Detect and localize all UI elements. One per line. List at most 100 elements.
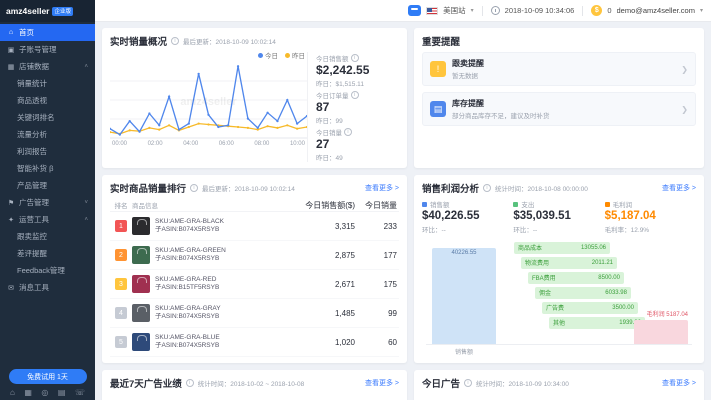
x-tick: 08:00 [254, 141, 269, 147]
sidebar-item-14[interactable]: Feedback管理 [0, 262, 95, 279]
view-more-link[interactable]: 查看更多 > [662, 183, 696, 193]
x-tick: 10:00 [290, 141, 305, 147]
card-title: 实时销量概况 [110, 34, 167, 48]
waterfall-cost-3: 佣金6033.98 [535, 287, 631, 299]
divider [482, 6, 483, 16]
stat-marker [513, 202, 518, 207]
table-row[interactable]: 5SKU:AME-GRA-BLUE子ASIN:B074X5RSYB1,02060 [110, 328, 399, 357]
legend-label: 今日 [265, 50, 278, 60]
product-asin: 子ASIN:B074X5RSYB [155, 255, 226, 263]
stat-label: 今日销量i [316, 127, 399, 137]
table-row[interactable]: 2SKU:AME-GRA-GREEN子ASIN:B074X5RSYB2,8751… [110, 241, 399, 270]
reminder-item-1[interactable]: ▤库存提醒部分商品库存不足，建议及时补货❯ [422, 92, 696, 126]
sidebar-bottom: 免费试用 1天 ⌂ ▦ ◎ ▤ ☏ [0, 365, 95, 400]
product-info-cell: SKU:AME-GRA-BLUE子ASIN:B074X5RSYB [132, 333, 291, 351]
card-title: 最近7天广告业绩 [110, 376, 182, 390]
chat-icon[interactable] [408, 5, 421, 16]
view-more-link[interactable]: 查看更多 > [662, 378, 696, 388]
sidebar-item-7[interactable]: 利润报告 [0, 143, 95, 160]
sidebar-item-15[interactable]: ✉消息工具 [0, 279, 95, 296]
alert-icon: ! [430, 61, 446, 77]
sidebar-item-label: 店铺数据 [19, 61, 80, 72]
sidebar-item-5[interactable]: 关键词排名 [0, 109, 95, 126]
info-icon[interactable]: i [351, 91, 359, 99]
cost-value: 13055.06 [581, 245, 606, 251]
sidebar-item-4[interactable]: 商品透视 [0, 92, 95, 109]
x-tick: 02:00 [148, 141, 163, 147]
info-icon[interactable]: i [190, 184, 198, 192]
axis-baseline [426, 344, 692, 345]
sidebar-item-12[interactable]: 跟卖监控 [0, 228, 95, 245]
qty-cell: 60 [355, 338, 399, 347]
legend-item-0[interactable]: 今日 [258, 50, 278, 60]
product-text: SKU:AME-GRA-BLUE子ASIN:B074X5RSYB [155, 334, 220, 351]
stat-label: 今日销售额i [316, 53, 399, 63]
sidebar-item-label: 广告管理 [19, 197, 80, 208]
reminder-text: 跟卖提醒暂无数据 [452, 58, 484, 80]
legend-item-1[interactable]: 昨日 [285, 50, 305, 60]
table-row[interactable]: 3SKU:AME-GRA-RED子ASIN:B15TF5RSYB2,671175 [110, 270, 399, 299]
reminder-desc: 暂无数据 [452, 70, 484, 80]
sidebar-item-13[interactable]: 差评提醒 [0, 245, 95, 262]
info-icon[interactable]: i [464, 379, 472, 387]
rank-cell: 2 [110, 249, 132, 261]
reminder-desc: 部分商品库存不足，建议及时补货 [452, 110, 550, 120]
info-icon[interactable]: i [351, 54, 359, 62]
sidebar-item-6[interactable]: 流量分析 [0, 126, 95, 143]
sidebar-item-11[interactable]: ✦运营工具˄ [0, 211, 95, 228]
sidebar-item-label: 差评提醒 [17, 248, 88, 259]
logo[interactable]: amz4seller 企业版 [0, 0, 95, 22]
sidebar-item-0[interactable]: ⌂首页 [0, 24, 95, 41]
cart-icon[interactable]: ◎ [41, 388, 48, 397]
sidebar-item-3[interactable]: 销量统计 [0, 75, 95, 92]
info-icon[interactable]: i [171, 37, 179, 45]
home-icon[interactable]: ⌂ [10, 388, 15, 397]
stat-label-text: 今日订单量 [316, 90, 349, 100]
sidebar-item-1[interactable]: ▣子账号管理 [0, 41, 95, 58]
waterfall-cost-2: FBA费用8500.00 [528, 272, 624, 284]
waterfall-total-bar: 40226.55 [432, 248, 496, 344]
marketplace-select[interactable]: 美国站 [443, 5, 466, 16]
view-more-link[interactable]: 查看更多 > [365, 378, 399, 388]
stat-value: 27 [316, 137, 399, 152]
chevron-right-icon: ❯ [681, 65, 688, 74]
logo-text: amz4seller [6, 6, 49, 16]
home-icon: ⌂ [7, 29, 15, 36]
coin-icon[interactable]: $ [591, 5, 602, 16]
waterfall-cost-1: 物流费用2011.21 [521, 257, 617, 269]
chart-icon[interactable]: ▦ [24, 388, 32, 397]
app: amz4seller 企业版 ⌂首页▣子账号管理▦店铺数据˄销量统计商品透视关键… [0, 0, 711, 400]
profit-waterfall-chart[interactable]: 40226.55销售额商品成本13055.06物流费用2011.21FBA费用8… [422, 238, 696, 357]
waterfall-profit-label: 毛利润 5187.04 [647, 309, 688, 318]
upgrade-button[interactable]: 免费试用 1天 [9, 369, 87, 384]
profit-stats: 销售额$40,226.55环比：--支出$35,039.51环比：--毛利润$5… [422, 199, 696, 234]
megaphone-icon: ⚑ [7, 199, 15, 207]
info-icon[interactable]: i [344, 128, 352, 136]
sidebar-item-2[interactable]: ▦店铺数据˄ [0, 58, 95, 75]
profit-stat-label-text: 支出 [521, 199, 534, 209]
profit-stat-sub: 环比：-- [513, 224, 604, 234]
sidebar-item-8[interactable]: 智能补货 β [0, 160, 95, 177]
profit-stat-value: $5,187.04 [605, 209, 696, 224]
inventory-icon: ▤ [430, 101, 446, 117]
sidebar-item-9[interactable]: 产品管理 [0, 177, 95, 194]
user-menu[interactable]: demo@amz4seller.com [617, 6, 695, 15]
mail-icon[interactable]: ▤ [58, 388, 66, 397]
stat-marker [422, 202, 427, 207]
sales-line-chart[interactable] [110, 62, 307, 140]
last-updated: 统计时间：2018-10-02 ~ 2018-10-08 [198, 378, 304, 388]
table-row[interactable]: 4SKU:AME-GRA-GRAY子ASIN:B074X5RSYB1,48599 [110, 299, 399, 328]
chart-icon: ▦ [7, 63, 15, 71]
card-title: 实时商品销量排行 [110, 181, 186, 195]
phone-icon[interactable]: ☏ [75, 388, 85, 397]
legend-dot [258, 53, 263, 58]
product-ranking-card: 实时商品销量排行 i 最后更新：2018-10-09 10:02:14 查看更多… [102, 175, 407, 363]
table-row[interactable]: 1SKU:AME-GRA-BLACK子ASIN:B074X5RSYB3,3152… [110, 212, 399, 241]
info-icon[interactable]: i [186, 379, 194, 387]
info-icon[interactable]: i [483, 184, 491, 192]
cost-value: 2011.21 [592, 260, 613, 266]
sidebar-item-10[interactable]: ⚑广告管理˅ [0, 194, 95, 211]
product-sku: SKU:AME-GRA-BLACK [155, 218, 224, 226]
view-more-link[interactable]: 查看更多 > [365, 183, 399, 193]
reminder-item-0[interactable]: ! 跟卖提醒暂无数据 ❯ [422, 52, 696, 86]
